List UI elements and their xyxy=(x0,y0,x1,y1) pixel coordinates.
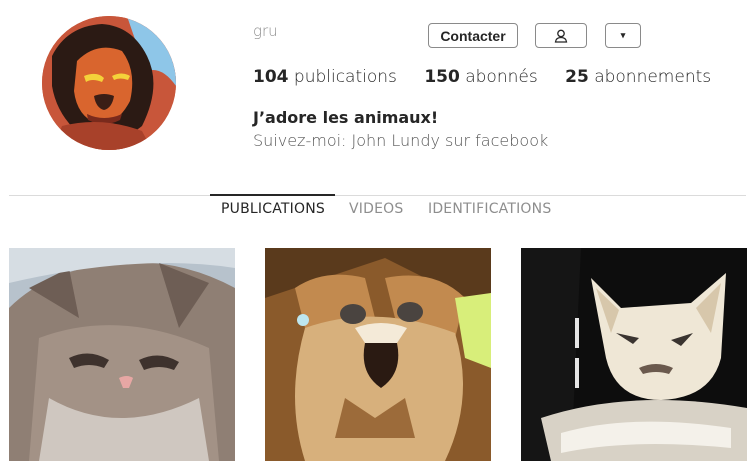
tab-videos[interactable]: VIDEOS xyxy=(349,201,403,217)
post-thumbnail[interactable] xyxy=(9,248,235,461)
stat-posts[interactable]: 104 publications xyxy=(253,67,397,87)
tabs-divider xyxy=(9,195,746,196)
follow-button[interactable] xyxy=(535,23,587,48)
stat-followers[interactable]: 150 abonnés xyxy=(424,67,537,87)
more-options-button[interactable]: ▾ xyxy=(605,23,641,48)
stat-following[interactable]: 25 abonnements xyxy=(565,67,711,87)
bio-title: J’adore les animaux! xyxy=(253,108,439,127)
lion-avatar-image xyxy=(42,16,176,150)
username: gru xyxy=(253,22,278,40)
surprised-cat-image xyxy=(265,248,491,461)
contact-button[interactable]: Contacter xyxy=(428,23,518,48)
post-thumbnail[interactable] xyxy=(265,248,491,461)
tab-identifications[interactable]: IDENTIFICATIONS xyxy=(428,201,551,217)
profile-avatar[interactable] xyxy=(42,16,176,150)
tab-publications[interactable]: PUBLICATIONS xyxy=(221,201,325,217)
grumpy-cat-image xyxy=(9,248,235,461)
chevron-down-icon: ▾ xyxy=(620,30,626,40)
bio-line: Suivez-moi: John Lundy sur facebook xyxy=(253,131,549,150)
person-icon xyxy=(554,29,568,43)
active-tab-indicator xyxy=(210,194,335,196)
table-cat-image xyxy=(521,248,747,461)
profile-stats: 104 publications 150 abonnés 25 abonneme… xyxy=(253,67,733,87)
post-thumbnail[interactable] xyxy=(521,248,747,461)
